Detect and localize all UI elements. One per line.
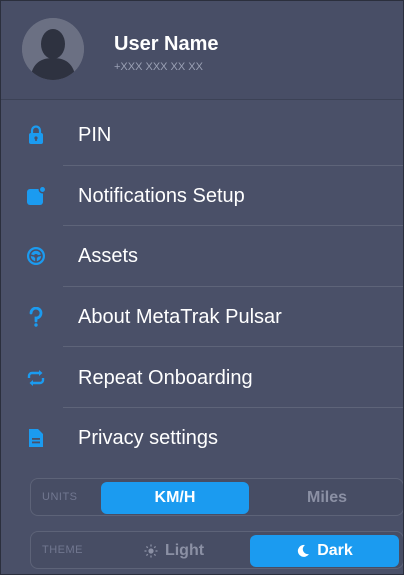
menu-item-label: PIN [78, 124, 112, 147]
units-miles-option[interactable]: Miles [253, 482, 401, 514]
units-miles-label: Miles [306, 489, 347, 506]
menu-item-label: Notifications Setup [78, 184, 245, 207]
theme-light-label: Light [164, 542, 205, 559]
units-kmh-option[interactable]: KM/H [101, 482, 249, 514]
avatar [22, 18, 84, 80]
menu-item-label: Privacy settings [78, 427, 219, 450]
units-kmh-label: KM/H [154, 489, 196, 506]
units-toggle: UNITS KM/H Miles [30, 478, 403, 516]
theme-toggle: THEME Light Dark [30, 531, 403, 569]
menu-item-label: Repeat Onboarding [78, 366, 253, 389]
units-caption: UNITS [42, 491, 78, 503]
theme-dark-option[interactable]: Dark [250, 535, 399, 567]
theme-caption: THEME [42, 544, 83, 556]
user-name: User Name [114, 33, 219, 55]
question-icon [25, 306, 47, 328]
theme-light-option[interactable]: Light [101, 535, 247, 567]
theme-dark-label: Dark [317, 542, 353, 559]
side-drawer: User Name +XXX XXX XX XX PIN Notificatio… [0, 0, 404, 575]
profile-header[interactable]: User Name +XXX XXX XX XX [1, 1, 403, 100]
menu-item-label: About MetaTrak Pulsar [78, 306, 282, 329]
menu-item-repeat-onboarding[interactable]: Repeat Onboarding [1, 347, 403, 408]
notification-icon [25, 185, 47, 207]
menu-item-pin[interactable]: PIN [1, 105, 403, 166]
menu-item-assets[interactable]: Assets [1, 226, 403, 287]
document-icon [25, 427, 47, 449]
menu-list: PIN Notifications Setup Assets About Met… [1, 105, 403, 469]
menu-item-notifications-setup[interactable]: Notifications Setup [1, 166, 403, 227]
menu-item-label: Assets [78, 245, 139, 268]
user-silhouette-icon [22, 18, 84, 80]
repeat-icon [25, 367, 47, 389]
menu-item-privacy-settings[interactable]: Privacy settings [1, 408, 403, 469]
sun-icon [144, 544, 158, 558]
steering-wheel-icon [25, 245, 47, 267]
lock-icon [25, 124, 47, 146]
menu-item-about[interactable]: About MetaTrak Pulsar [1, 287, 403, 348]
user-phone: +XXX XXX XX XX [114, 61, 203, 73]
moon-icon [296, 544, 310, 558]
